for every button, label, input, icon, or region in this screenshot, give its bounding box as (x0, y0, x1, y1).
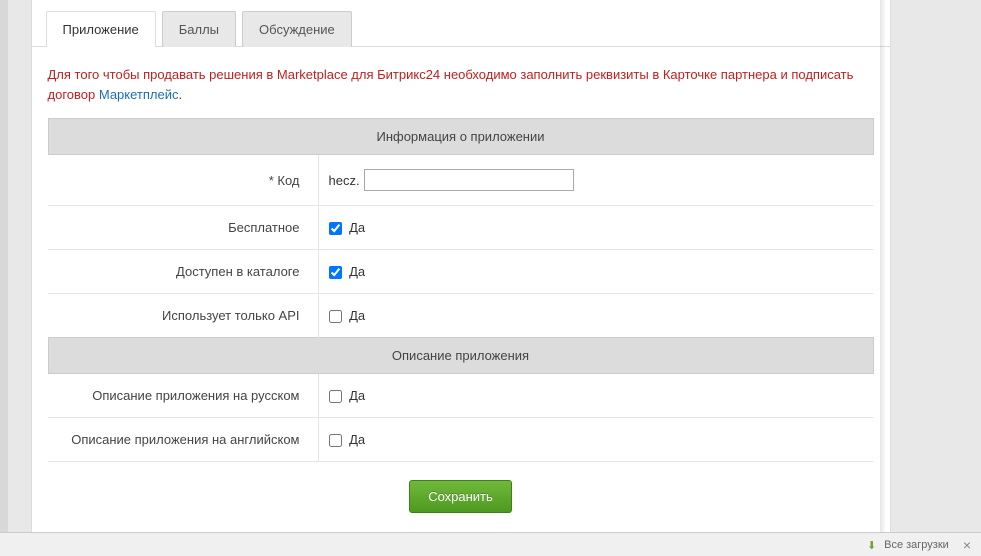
save-button[interactable]: Сохранить (409, 480, 512, 513)
content-panel: Приложение Баллы Обсуждение Для того что… (31, 0, 891, 542)
tab-discussion[interactable]: Обсуждение (242, 11, 352, 47)
tab-points[interactable]: Баллы (162, 11, 236, 47)
checkbox-catalog-label: Да (349, 264, 365, 279)
row-catalog: Доступен в каталоге Да (48, 250, 873, 294)
notice-text: Для того чтобы продавать решения в Marke… (32, 47, 890, 118)
tab-application[interactable]: Приложение (46, 11, 156, 47)
button-row: Сохранить (32, 462, 890, 521)
checkbox-api-label: Да (349, 308, 365, 323)
value-free: Да (318, 206, 873, 250)
section-app-info: Информация о приложении (48, 119, 873, 155)
value-api: Да (318, 294, 873, 338)
label-free: Бесплатное (48, 206, 318, 250)
tabs: Приложение Баллы Обсуждение (32, 0, 890, 47)
download-icon (867, 539, 879, 551)
page-wrapper: Приложение Баллы Обсуждение Для того что… (0, 0, 981, 556)
label-desc-en: Описание приложения на английском (48, 418, 318, 462)
code-prefix: hecz. (329, 173, 360, 188)
row-api: Использует только API Да (48, 294, 873, 338)
row-code: * Код hecz. (48, 155, 873, 206)
checkbox-desc-en[interactable] (329, 434, 342, 447)
checkbox-desc-en-label: Да (349, 432, 365, 447)
checkbox-catalog[interactable] (329, 266, 342, 279)
checkbox-api[interactable] (329, 310, 342, 323)
row-desc-en: Описание приложения на английском Да (48, 418, 873, 462)
checkbox-free[interactable] (329, 222, 342, 235)
section-app-desc-title: Описание приложения (48, 338, 873, 374)
section-app-desc: Описание приложения (48, 338, 873, 374)
checkbox-desc-ru[interactable] (329, 390, 342, 403)
label-api: Использует только API (48, 294, 318, 338)
value-desc-en: Да (318, 418, 873, 462)
close-icon[interactable]: × (963, 537, 971, 553)
section-app-info-title: Информация о приложении (48, 119, 873, 155)
checkbox-free-label: Да (349, 220, 365, 235)
value-catalog: Да (318, 250, 873, 294)
notice-link-marketplace[interactable]: Маркетплейс (99, 87, 179, 102)
notice-after: . (178, 87, 182, 102)
row-desc-ru: Описание приложения на русском Да (48, 374, 873, 418)
panel-shadow (880, 0, 886, 532)
label-code: * Код (48, 155, 318, 206)
form-table: Информация о приложении * Код hecz. Бесп… (48, 118, 874, 462)
browser-download-bar: Все загрузки × (0, 532, 981, 556)
label-catalog: Доступен в каталоге (48, 250, 318, 294)
all-downloads-link[interactable]: Все загрузки (884, 539, 949, 551)
value-desc-ru: Да (318, 374, 873, 418)
value-code: hecz. (318, 155, 873, 206)
code-input[interactable] (364, 169, 574, 191)
left-margin (0, 0, 8, 532)
checkbox-desc-ru-label: Да (349, 388, 365, 403)
row-free: Бесплатное Да (48, 206, 873, 250)
label-desc-ru: Описание приложения на русском (48, 374, 318, 418)
